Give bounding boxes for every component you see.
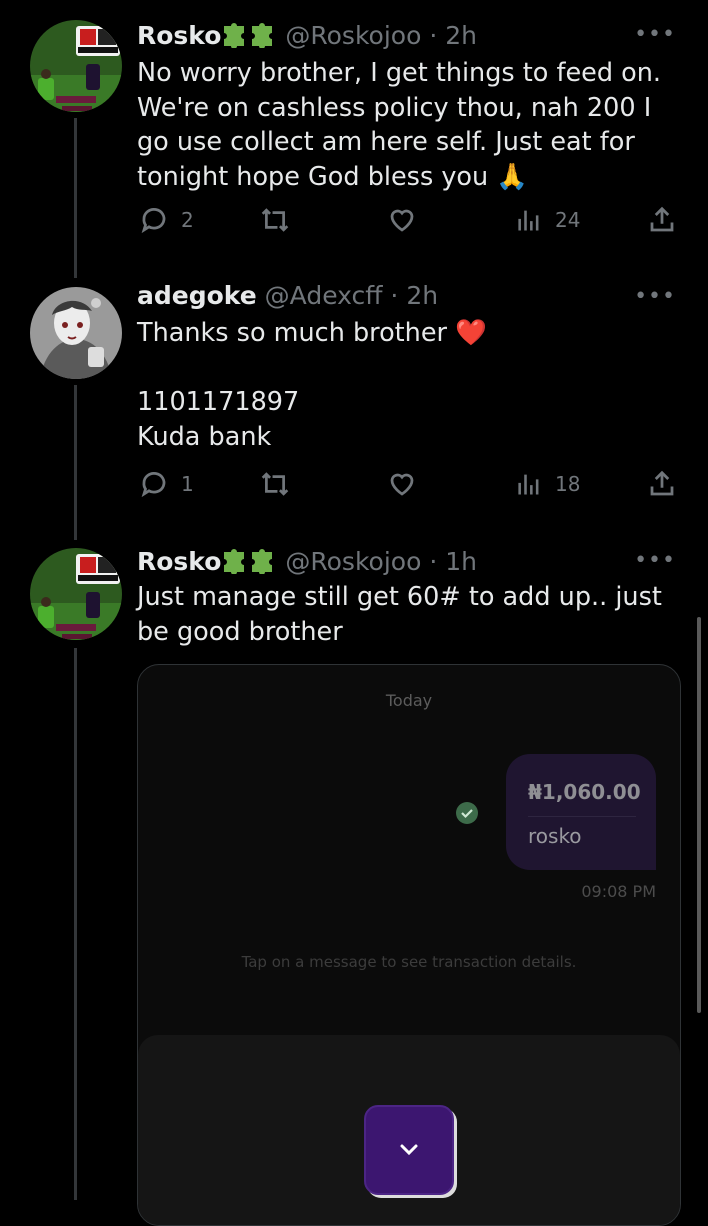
reply-button[interactable]: 2 xyxy=(139,205,194,235)
tweet-media-image[interactable]: Today ₦1,060.00 rosko 09:08 PM Tap on a … xyxy=(137,664,681,1226)
thread-line xyxy=(74,385,77,540)
share-icon xyxy=(650,470,674,496)
share-icon xyxy=(650,206,674,232)
view-count: 18 xyxy=(555,472,581,496)
handle[interactable]: @Roskojoo xyxy=(285,547,421,576)
handle[interactable]: @Roskojoo xyxy=(285,21,421,50)
tweet-actions: 2 24 xyxy=(137,205,682,241)
more-options-button[interactable]: ••• xyxy=(634,284,676,309)
display-name[interactable]: Rosko xyxy=(137,547,221,576)
display-name[interactable]: Rosko xyxy=(137,21,221,50)
transfer-note: rosko xyxy=(528,824,582,848)
transfer-message-bubble[interactable]: ₦1,060.00 rosko xyxy=(506,754,656,870)
chevron-down-icon xyxy=(400,1144,418,1156)
like-icon xyxy=(390,473,414,496)
handle[interactable]: @Adexcff xyxy=(265,281,383,310)
retweet-icon xyxy=(261,208,289,232)
scroll-down-button[interactable] xyxy=(364,1105,454,1195)
views-icon xyxy=(518,210,539,231)
thread-line xyxy=(74,118,77,278)
tweet-text: Just manage still get 60# to add up.. ju… xyxy=(137,582,662,647)
reply-count: 1 xyxy=(181,472,194,496)
retweet-button[interactable] xyxy=(259,469,291,499)
reply-count: 2 xyxy=(181,208,194,232)
view-count: 24 xyxy=(555,208,581,232)
date-label: Today xyxy=(385,691,433,710)
timestamp[interactable]: 1h xyxy=(445,547,477,576)
avatar[interactable] xyxy=(30,20,122,112)
reply-button[interactable]: 1 xyxy=(139,469,194,499)
dot-separator: · xyxy=(382,281,407,310)
tweet-text: Thanks so much brother ❤️ 1101171897 Kud… xyxy=(137,318,487,452)
tweet-actions: 1 18 xyxy=(137,469,682,505)
share-button[interactable] xyxy=(647,205,677,235)
avatar[interactable] xyxy=(30,548,122,640)
more-options-button[interactable]: ••• xyxy=(634,548,676,573)
retweet-button[interactable] xyxy=(259,205,291,235)
puzzle-icon xyxy=(221,544,277,582)
divider xyxy=(528,816,636,817)
views-button[interactable]: 18 xyxy=(515,469,580,499)
more-options-button[interactable]: ••• xyxy=(634,22,676,47)
puzzle-icon xyxy=(221,18,277,56)
like-icon xyxy=(390,209,414,232)
share-button[interactable] xyxy=(647,469,677,499)
reply-icon xyxy=(141,472,166,498)
check-icon xyxy=(456,802,478,824)
timestamp[interactable]: 2h xyxy=(445,21,477,50)
message-time: 09:08 PM xyxy=(581,882,656,901)
tweet-text: No worry brother, I get things to feed o… xyxy=(137,58,662,192)
retweet-icon xyxy=(261,472,289,496)
display-name[interactable]: adegoke xyxy=(137,281,257,310)
like-button[interactable] xyxy=(387,469,417,499)
dot-separator: · xyxy=(421,547,446,576)
hint-text: Tap on a message to see transaction deta… xyxy=(241,953,577,971)
like-button[interactable] xyxy=(387,205,417,235)
views-icon xyxy=(518,474,539,495)
avatar[interactable] xyxy=(30,287,122,379)
scrollbar[interactable] xyxy=(697,617,701,1013)
transfer-amount: ₦1,060.00 xyxy=(528,780,641,804)
views-button[interactable]: 24 xyxy=(515,205,580,235)
dot-separator: · xyxy=(421,21,446,50)
reply-icon xyxy=(141,208,166,234)
timestamp[interactable]: 2h xyxy=(406,281,438,310)
thread-line xyxy=(74,648,77,1200)
